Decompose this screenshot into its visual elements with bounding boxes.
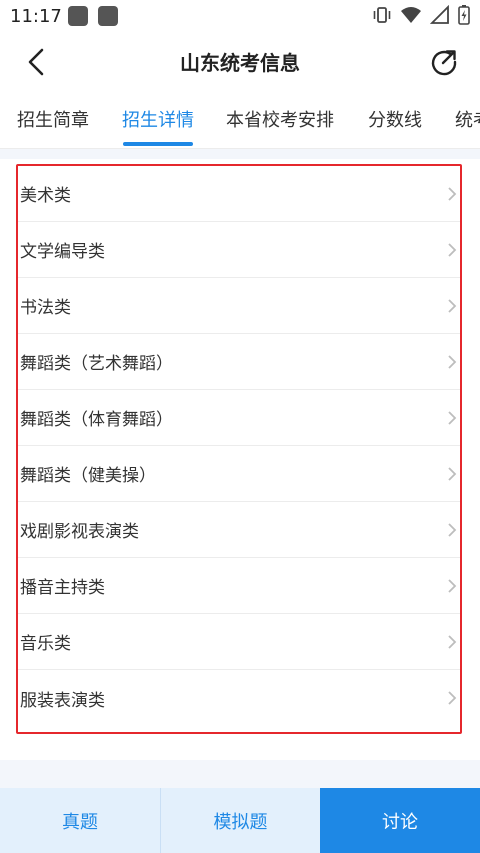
- list-item-label: 书法类: [20, 298, 71, 318]
- list-item-label: 舞蹈类（体育舞蹈）: [20, 410, 173, 430]
- share-icon: [431, 50, 457, 76]
- status-time: 11:17: [10, 6, 62, 27]
- wifi-icon: [401, 7, 421, 23]
- active-tab-indicator: [123, 142, 193, 146]
- list-item-label: 戏剧影视表演类: [20, 522, 139, 542]
- tab-provincial-exam-schedule[interactable]: 本省校考安排: [226, 106, 334, 132]
- vibrate-icon: [373, 7, 391, 23]
- category-list: 美术类 文学编导类 书法类 舞蹈类（艺术舞蹈） 舞蹈类（体育舞蹈） 舞蹈类（健美…: [16, 164, 462, 734]
- tab-admission-guide[interactable]: 招生简章: [17, 106, 89, 132]
- signal-icon: [430, 5, 449, 24]
- chevron-right-icon: [448, 299, 457, 313]
- list-item[interactable]: 戏剧影视表演类: [18, 502, 460, 558]
- tab-score-line[interactable]: 分数线: [368, 106, 422, 132]
- tab-bar: 招生简章 招生详情 本省校考安排 分数线 统考: [0, 92, 480, 149]
- mock-exams-button[interactable]: 模拟题: [161, 788, 320, 853]
- section-divider: [0, 760, 480, 788]
- list-item[interactable]: 音乐类: [18, 614, 460, 670]
- status-icons: [372, 5, 470, 25]
- battery-icon: [458, 5, 470, 25]
- notification-app-icon: [68, 6, 88, 26]
- chevron-right-icon: [448, 243, 457, 257]
- list-item[interactable]: 书法类: [18, 278, 460, 334]
- notification-app-icon: [98, 6, 118, 26]
- chevron-right-icon: [448, 635, 457, 649]
- list-item[interactable]: 文学编导类: [18, 222, 460, 278]
- list-item[interactable]: 舞蹈类（艺术舞蹈）: [18, 334, 460, 390]
- chevron-right-icon: [448, 467, 457, 481]
- chevron-right-icon: [448, 691, 457, 705]
- list-item[interactable]: 服装表演类: [18, 670, 460, 726]
- list-item-label: 舞蹈类（艺术舞蹈）: [20, 354, 173, 374]
- bottom-action-bar: 真题 模拟题 讨论: [0, 788, 480, 853]
- tab-unified-exam[interactable]: 统考: [455, 106, 480, 132]
- list-item-label: 服装表演类: [20, 690, 105, 711]
- list-item[interactable]: 舞蹈类（健美操）: [18, 446, 460, 502]
- list-item-label: 美术类: [20, 186, 71, 206]
- discussion-button[interactable]: 讨论: [320, 788, 480, 853]
- app-bar: 山东统考信息: [0, 34, 480, 90]
- chevron-right-icon: [448, 187, 457, 201]
- list-item[interactable]: 舞蹈类（体育舞蹈）: [18, 390, 460, 446]
- chevron-right-icon: [448, 579, 457, 593]
- list-item[interactable]: 播音主持类: [18, 558, 460, 614]
- past-exams-button[interactable]: 真题: [0, 788, 160, 853]
- section-divider: [0, 149, 480, 159]
- chevron-right-icon: [448, 523, 457, 537]
- chevron-right-icon: [448, 411, 457, 425]
- list-item-label: 文学编导类: [20, 242, 105, 262]
- list-item[interactable]: 美术类: [18, 166, 460, 222]
- page-title: 山东统考信息: [180, 51, 300, 75]
- share-button[interactable]: [426, 44, 462, 80]
- status-bar: 11:17: [0, 0, 480, 34]
- list-item-label: 舞蹈类（健美操）: [20, 466, 156, 486]
- list-item-label: 音乐类: [20, 634, 71, 654]
- list-item-label: 播音主持类: [20, 578, 105, 598]
- tab-admission-details[interactable]: 招生详情: [122, 106, 194, 132]
- chevron-right-icon: [448, 355, 457, 369]
